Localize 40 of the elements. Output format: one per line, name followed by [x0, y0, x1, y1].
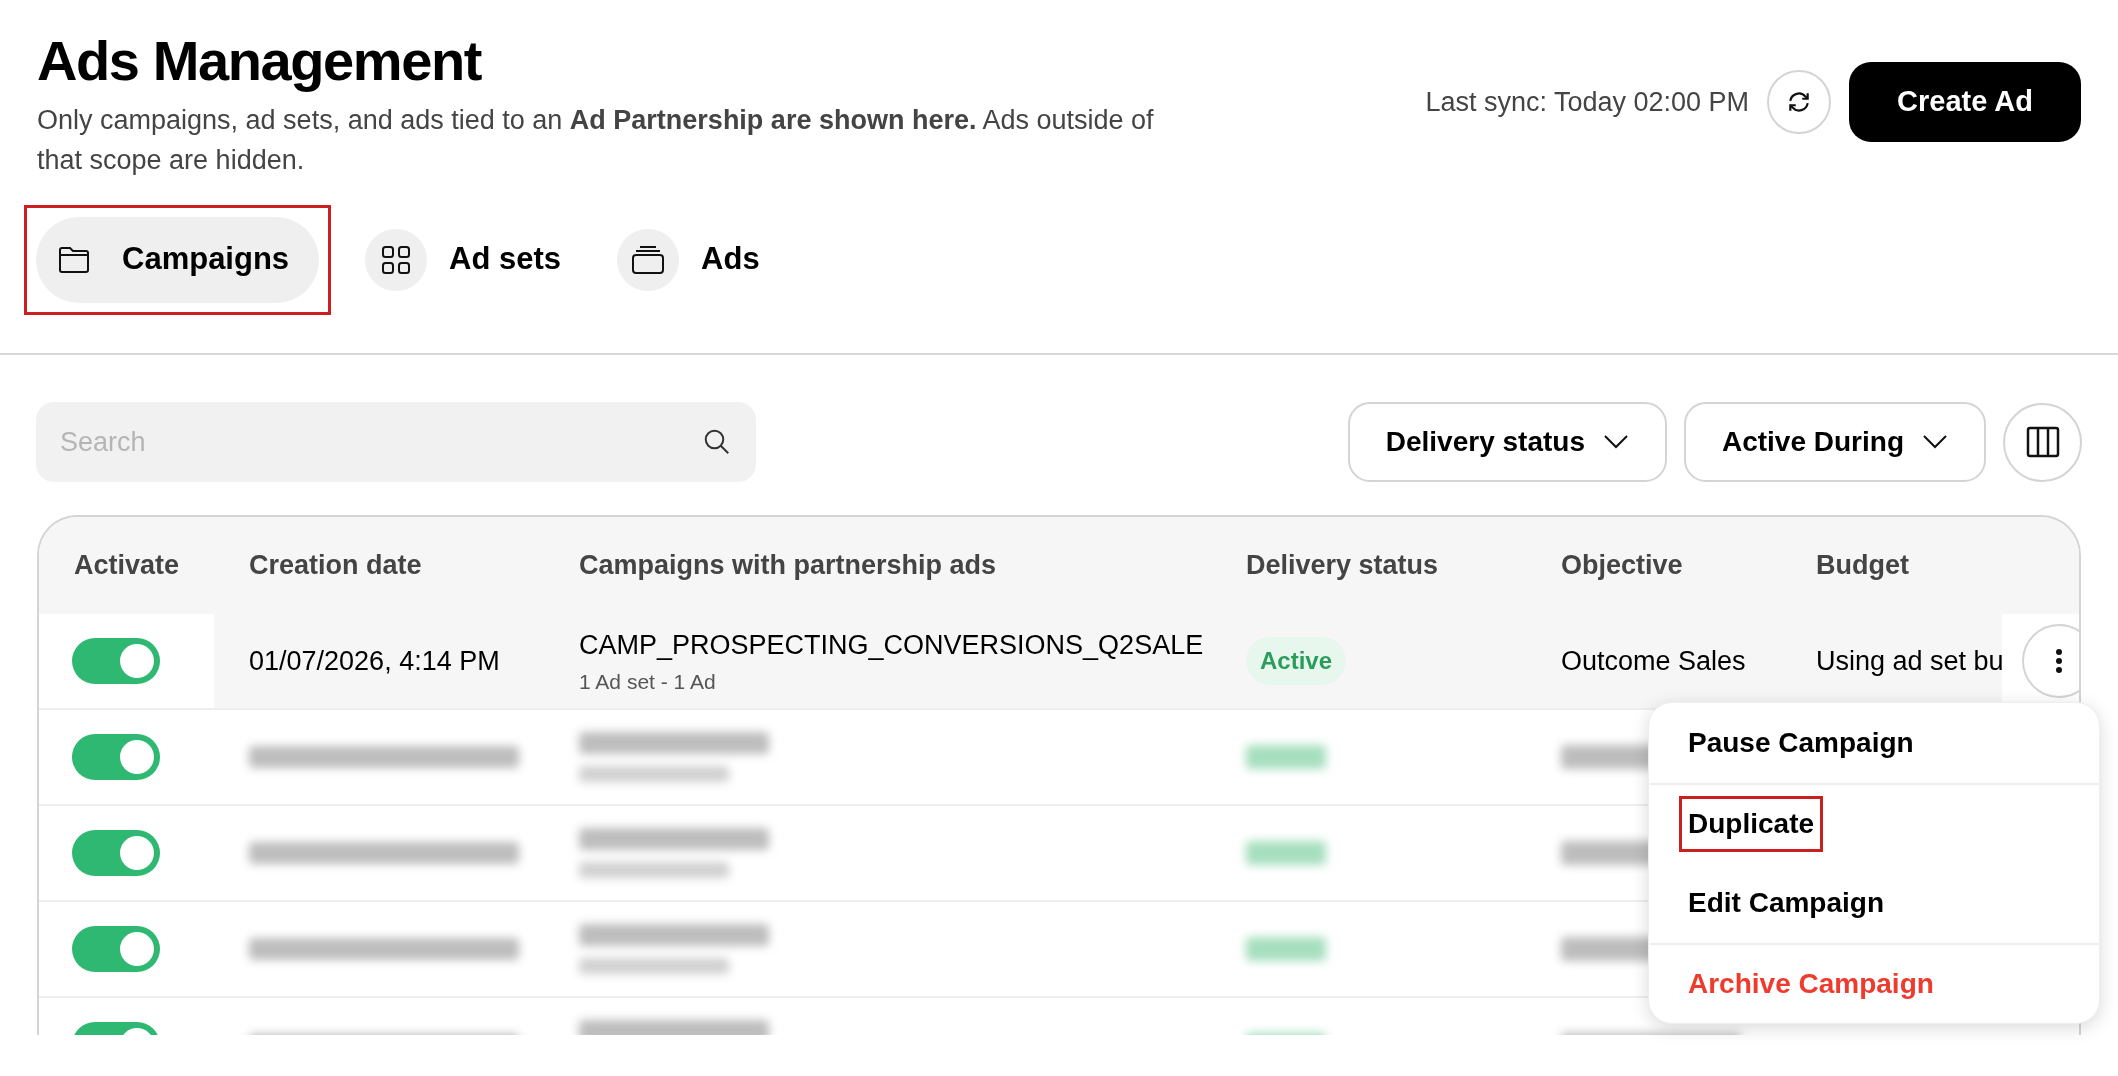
column-header: Creation date — [249, 550, 422, 581]
menu-item[interactable]: Edit Campaign — [1679, 875, 1893, 931]
tab[interactable]: Ad sets — [365, 216, 572, 303]
toggle-switch[interactable] — [72, 830, 160, 876]
chevron-down-icon — [1922, 434, 1948, 450]
page-description: Only campaigns, ad sets, and ads tied to an Ad Partnership are shown here. Ads outside of that scope are hidden. — [37, 104, 1155, 177]
column-header: Campaigns with partnership ads — [579, 550, 997, 581]
column-header: Delivery status — [1246, 550, 1439, 581]
folder-icon — [58, 245, 90, 274]
menu-item[interactable]: Pause Campaign — [1679, 715, 1923, 771]
search-input[interactable]: Search — [60, 421, 702, 463]
table-cell-text: Outcome Sales — [1561, 644, 1746, 678]
search-field[interactable]: Search — [36, 402, 756, 482]
last-sync-text: Last sync: Today 02:00 PM — [1425, 85, 1750, 119]
filter-dropdown[interactable]: Active During — [1683, 402, 1986, 482]
campaign-counts: 1 Ad set - 1 Ad — [579, 668, 717, 695]
tab[interactable]: Campaigns — [36, 216, 320, 303]
page-title: Ads Management — [37, 28, 483, 94]
search-icon — [702, 427, 732, 457]
menu-item[interactable]: Duplicate — [1679, 796, 1824, 852]
table-cell-text: Using ad set bu — [1816, 644, 2002, 678]
column-header: Activate — [74, 550, 180, 581]
stacked-cards-icon — [631, 244, 666, 275]
toggle-switch[interactable] — [72, 926, 160, 972]
toggle-switch[interactable] — [72, 638, 160, 684]
campaign-name[interactable]: CAMP_PROSPECTING_CONVERSIONS_Q2SALE — [579, 625, 1211, 666]
kebab-icon — [2054, 648, 2063, 674]
more-options-button[interactable] — [2021, 624, 2079, 698]
create-ad-button[interactable]: Create Ad — [1849, 62, 2081, 142]
chevron-down-icon — [1602, 434, 1629, 450]
filter-dropdown[interactable]: Delivery status — [1347, 402, 1667, 482]
column-header: Budget — [1816, 550, 1909, 581]
toggle-switch[interactable] — [72, 734, 160, 780]
menu-item[interactable]: Archive Campaign — [1679, 956, 1943, 1012]
grid-icon — [381, 244, 412, 275]
column-header: Objective — [1561, 550, 1683, 581]
table-cell-text: 01/07/2026, 4:14 PM — [249, 644, 500, 678]
tab[interactable]: Ads — [617, 216, 770, 303]
status-badge: Active — [1246, 637, 1347, 685]
columns-icon — [2025, 426, 2060, 458]
